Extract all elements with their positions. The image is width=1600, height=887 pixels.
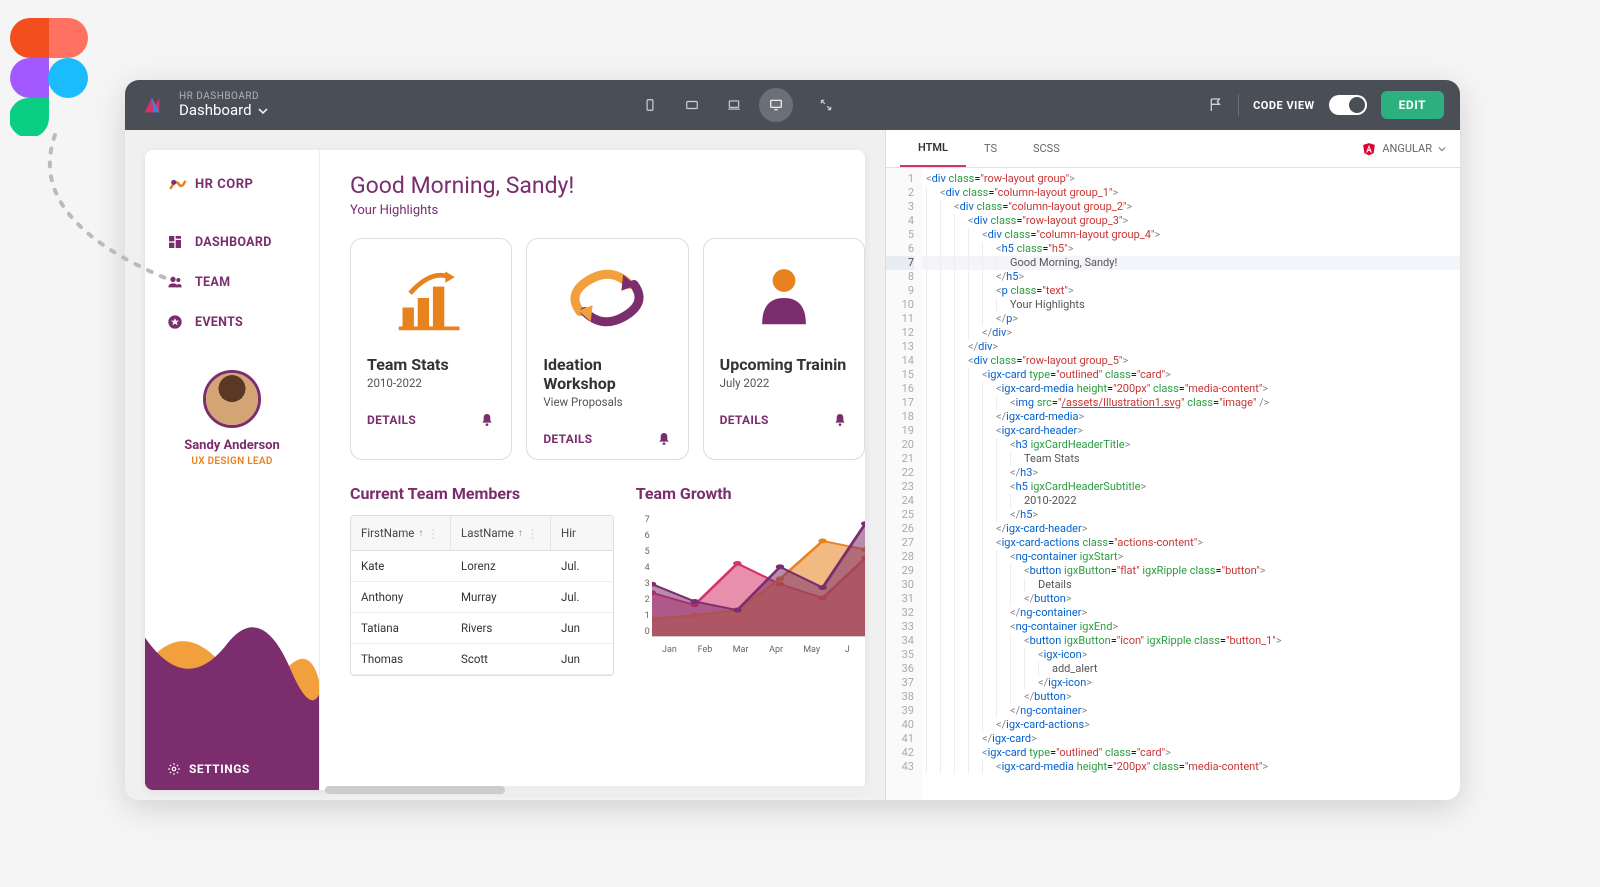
brand-text: HR CORP [195, 177, 253, 192]
app-logo-icon [141, 94, 163, 116]
avatar [203, 370, 261, 428]
team-members-title: Current Team Members [350, 484, 614, 503]
gear-icon [167, 762, 181, 776]
divider [1238, 94, 1239, 116]
table-header[interactable]: FirstName ↑ ⋮ [351, 516, 451, 550]
card-illustration [720, 255, 848, 341]
mobile-icon [643, 98, 657, 112]
card-title: Team Stats [367, 355, 495, 374]
device-tablet-button[interactable] [675, 88, 709, 122]
sidebar-item-label: DASHBOARD [195, 235, 272, 250]
highlights-label: Your Highlights [350, 203, 865, 218]
angular-icon [1362, 142, 1376, 156]
page-title-dropdown[interactable]: Dashboard [179, 102, 268, 119]
card-illustration [543, 255, 671, 341]
chevron-down-icon [258, 106, 268, 116]
growth-chart: 76543210 JanFebMarAprMayJ [636, 515, 865, 655]
team-table: FirstName ↑ ⋮LastName ↑ ⋮Hir KateLorenzJ… [350, 515, 614, 676]
dotted-path-decoration [30, 130, 200, 300]
expand-icon [819, 98, 833, 112]
details-button[interactable]: DETAILS [543, 432, 592, 446]
settings-link[interactable]: SETTINGS [167, 762, 250, 776]
sidebar-item-label: EVENTS [195, 315, 243, 330]
device-laptop-button[interactable] [717, 88, 751, 122]
sort-arrow-icon: ↑ [418, 528, 423, 539]
sidebar-item-events[interactable]: EVENTS [167, 302, 297, 342]
card-illustration [367, 255, 495, 341]
table-row[interactable]: KateLorenzJul. [351, 551, 613, 582]
horizontal-scrollbar[interactable] [325, 786, 875, 794]
fullscreen-button[interactable] [809, 88, 843, 122]
dashboard-frame: HR CORP DASHBOARD TEAM EVE [145, 150, 865, 790]
table-row[interactable]: ThomasScottJun [351, 644, 613, 675]
highlight-card: Ideation Workshop View Proposals DETAILS [526, 238, 688, 460]
figma-logo-icon [10, 18, 88, 140]
flag-icon[interactable] [1208, 97, 1224, 113]
card-subtitle: View Proposals [543, 395, 671, 409]
details-button[interactable]: DETAILS [720, 413, 769, 427]
table-row[interactable]: TatianaRiversJun [351, 613, 613, 644]
card-subtitle: July 2022 [720, 376, 848, 390]
code-view-toggle[interactable] [1329, 95, 1367, 115]
code-view-label: CODE VIEW [1253, 99, 1315, 112]
laptop-icon [725, 98, 743, 112]
device-desktop-button[interactable] [759, 88, 793, 122]
profile-name: Sandy Anderson [165, 438, 299, 453]
table-header[interactable]: LastName ↑ ⋮ [451, 516, 551, 550]
highlight-card: Upcoming Trainin July 2022 DETAILS [703, 238, 865, 460]
framework-selector[interactable]: ANGULAR [1362, 142, 1446, 156]
device-mobile-button[interactable] [633, 88, 667, 122]
profile-block: Sandy Anderson UX DESIGN LEAD [145, 370, 319, 467]
canvas-panel: HR CORP DASHBOARD TEAM EVE [125, 130, 885, 800]
wave-decoration [145, 590, 319, 790]
star-icon [167, 314, 183, 330]
tablet-landscape-icon [684, 98, 700, 112]
dashboard-main: Good Morning, Sandy! Your Highlights Tea… [320, 150, 865, 790]
code-editor[interactable]: 1234567891011121314151617181920212223242… [886, 168, 1460, 800]
table-row[interactable]: AnthonyMurrayJul. [351, 582, 613, 613]
card-title: Upcoming Trainin [720, 355, 848, 374]
details-button[interactable]: DETAILS [367, 413, 416, 427]
alert-bell-icon[interactable] [832, 412, 848, 428]
app-window: HR DASHBOARD Dashboard CODE VIEW EDIT [125, 80, 1460, 800]
header-bar: HR DASHBOARD Dashboard CODE VIEW EDIT [125, 80, 1460, 130]
card-title: Ideation Workshop [543, 355, 671, 393]
alert-bell-icon[interactable] [656, 431, 672, 447]
sort-arrow-icon: ↑ [518, 528, 523, 539]
code-panel: HTMLTSSCSS ANGULAR 123456789101112131415… [885, 130, 1460, 800]
card-subtitle: 2010-2022 [367, 376, 495, 390]
code-tabs: HTMLTSSCSS ANGULAR [886, 130, 1460, 168]
table-header[interactable]: Hir [551, 516, 613, 550]
code-tab-html[interactable]: HTML [900, 130, 966, 167]
desktop-icon [767, 98, 785, 112]
team-growth-title: Team Growth [636, 484, 865, 503]
code-tab-ts[interactable]: TS [966, 130, 1015, 167]
alert-bell-icon[interactable] [479, 412, 495, 428]
greeting-heading: Good Morning, Sandy! [350, 172, 865, 199]
code-tab-scss[interactable]: SCSS [1015, 130, 1078, 167]
profile-role: UX DESIGN LEAD [165, 456, 299, 467]
edit-button[interactable]: EDIT [1381, 91, 1444, 119]
sidebar-item-label: TEAM [195, 275, 230, 290]
highlight-card: Team Stats 2010-2022 DETAILS [350, 238, 512, 460]
chevron-down-icon [1438, 145, 1446, 153]
